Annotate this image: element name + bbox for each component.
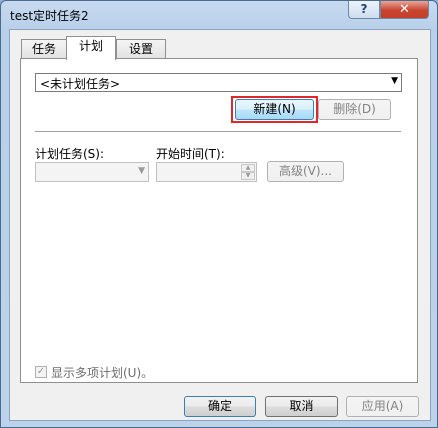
separator <box>35 131 401 133</box>
schedule-select[interactable]: <未计划任务> ▼ <box>35 73 402 92</box>
spin-up-icon[interactable]: ▲ <box>241 164 255 172</box>
show-multiple-checkbox[interactable]: ✓ <box>35 366 47 378</box>
schedule-tab-panel: <未计划任务> ▼ 新建(N) 删除(D) 计划任务(S): 开始时间(T): … <box>20 58 418 383</box>
spin-down-icon[interactable]: ▼ <box>241 172 255 180</box>
new-schedule-button[interactable]: 新建(N) <box>235 99 314 120</box>
start-time-label: 开始时间(T): <box>156 147 225 161</box>
cancel-button[interactable]: 取消 <box>265 396 338 417</box>
dialog-window: test定时任务2 ? ✕ 任务 计划 设置 <未计划任务> ▼ 新建(N) 删… <box>0 0 438 428</box>
tab-settings[interactable]: 设置 <box>116 39 166 59</box>
close-button[interactable]: ✕ <box>380 1 429 19</box>
checkmark-icon: ✓ <box>36 366 46 377</box>
help-button[interactable]: ? <box>348 1 380 19</box>
chevron-down-icon: ▼ <box>391 76 398 86</box>
advanced-button[interactable]: 高级(V)... <box>267 161 344 182</box>
schedule-select-value: <未计划任务> <box>40 77 121 91</box>
schedule-task-select[interactable]: ▼ <box>35 162 149 182</box>
schedule-task-label: 计划任务(S): <box>35 147 105 161</box>
window-title: test定时任务2 <box>10 9 89 23</box>
chevron-down-icon: ▼ <box>138 166 145 176</box>
title-bar[interactable]: test定时任务2 ? ✕ <box>1 1 437 29</box>
tab-schedule[interactable]: 计划 <box>66 36 116 60</box>
dialog-client-area: 任务 计划 设置 <未计划任务> ▼ 新建(N) 删除(D) 计划任务(S): … <box>9 29 431 421</box>
delete-schedule-button[interactable]: 删除(D) <box>318 99 391 120</box>
apply-button[interactable]: 应用(A) <box>346 396 419 417</box>
tab-task[interactable]: 任务 <box>21 39 67 59</box>
start-time-spinner[interactable]: ▲ ▼ <box>156 162 257 182</box>
ok-button[interactable]: 确定 <box>184 396 256 417</box>
show-multiple-label: 显示多项计划(U)。 <box>51 366 154 380</box>
